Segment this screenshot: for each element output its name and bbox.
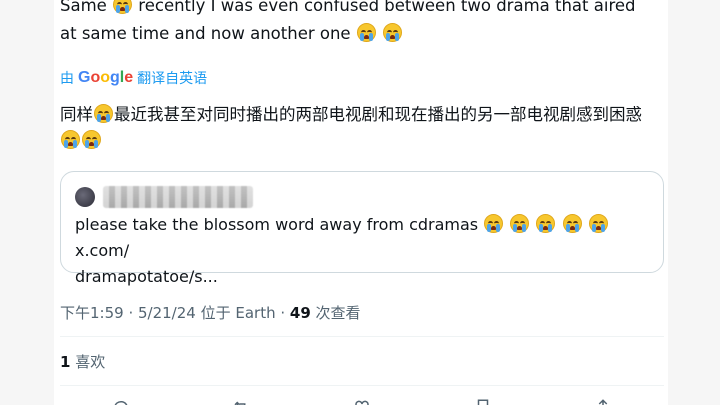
translated-text: 同样 最近我甚至对同时播出的两部电视剧和现在播出的另一部电视剧感到困惑 xyxy=(60,102,665,154)
tweet-card: Same recently I was even confused betwee… xyxy=(54,0,668,405)
crying-emoji-icon xyxy=(484,214,504,233)
quote-text-part: please take the blossom word away from c… xyxy=(75,215,484,234)
like-label: 喜欢 xyxy=(70,353,106,371)
crying-emoji-icon xyxy=(356,23,376,42)
crying-emoji-icon xyxy=(588,214,608,233)
meta-separator: · xyxy=(123,304,138,322)
quoted-tweet[interactable]: please take the blossom word away from c… xyxy=(60,171,664,286)
tweet-text-part: recently I was even confused between two… xyxy=(133,0,636,15)
translate-attribution[interactable]: 由 Google 翻译自英语 xyxy=(60,68,207,88)
bookmark-icon[interactable] xyxy=(474,398,492,405)
crying-emoji-icon xyxy=(562,214,582,233)
crying-emoji-icon xyxy=(61,130,80,149)
tweet-date[interactable]: 5/21/24 xyxy=(138,304,196,322)
divider xyxy=(60,336,664,337)
retweet-icon[interactable] xyxy=(232,398,250,405)
divider xyxy=(60,385,664,386)
crying-emoji-icon xyxy=(113,0,133,14)
crying-emoji-icon xyxy=(94,104,113,123)
google-logo: Google xyxy=(78,69,134,86)
view-count: 49 xyxy=(289,304,311,322)
tweet-time[interactable]: 下午1:59 xyxy=(60,304,124,322)
crying-emoji-icon xyxy=(383,23,403,42)
translate-label: 翻译自英语 xyxy=(137,71,208,87)
tweet-location: 位于 Earth · xyxy=(195,304,290,322)
blurred-username xyxy=(103,186,253,208)
translated-part: 最近我甚至对同时播出的两部电视剧和现在播出的另一部电视剧感到困惑 xyxy=(114,105,642,124)
tweet-text-part: Same xyxy=(60,0,113,15)
avatar[interactable] xyxy=(75,187,95,207)
crying-emoji-icon xyxy=(536,214,556,233)
quote-link[interactable]: dramapotatoe/s... xyxy=(75,267,218,286)
crying-emoji-icon xyxy=(82,130,101,149)
like-number: 1 xyxy=(60,353,71,371)
tweet-text: Same recently I was even confused betwee… xyxy=(60,0,660,48)
tweet-text-part: at same time and now another one xyxy=(60,24,356,43)
quote-text: please take the blossom word away from c… xyxy=(75,212,650,290)
quote-link[interactable]: x.com/ xyxy=(75,241,129,260)
likes-count[interactable]: 1 喜欢 xyxy=(60,351,105,372)
share-icon[interactable] xyxy=(594,398,612,405)
like-icon[interactable] xyxy=(353,398,371,405)
reply-icon[interactable] xyxy=(112,398,130,405)
translated-part: 同样 xyxy=(60,105,93,124)
view-label: 次查看 xyxy=(310,304,361,322)
tweet-meta: 下午1:59 · 5/21/24 位于 Earth · 49 次查看 xyxy=(60,302,361,323)
action-bar xyxy=(60,394,664,405)
translate-prefix: 由 xyxy=(60,71,74,87)
crying-emoji-icon xyxy=(510,214,530,233)
